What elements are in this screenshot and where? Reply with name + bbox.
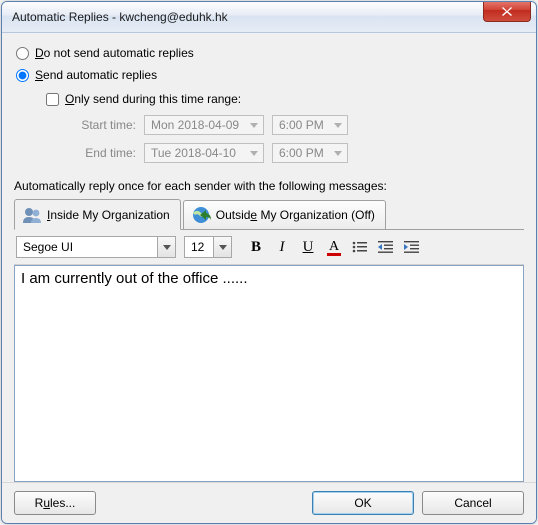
- font-size-combo[interactable]: 12: [184, 236, 232, 258]
- chevron-down-icon: [246, 117, 261, 133]
- only-range-row: Only send during this time range:: [46, 89, 524, 109]
- end-time-combo[interactable]: 6:00 PM: [272, 143, 348, 163]
- chevron-down-icon: [213, 237, 231, 257]
- only-range-label: Only send during this time range:: [65, 92, 241, 106]
- outdent-icon: [378, 240, 394, 254]
- end-date-combo[interactable]: Tue 2018-04-10: [144, 143, 264, 163]
- chevron-down-icon: [330, 117, 345, 133]
- radio-do-not-send[interactable]: [16, 47, 29, 60]
- decrease-indent-button[interactable]: [374, 235, 398, 259]
- message-editor[interactable]: I am currently out of the office ......: [14, 265, 524, 482]
- tab-outside-organization[interactable]: Outside My Organization (Off): [183, 200, 386, 229]
- end-time-row: End time: Tue 2018-04-10 6:00 PM: [66, 141, 524, 165]
- color-bar: [327, 253, 341, 256]
- start-date-combo[interactable]: Mon 2018-04-09: [144, 115, 264, 135]
- font-size-value: 12: [191, 240, 204, 254]
- start-date-value: Mon 2018-04-09: [151, 118, 239, 132]
- radio-send[interactable]: [16, 69, 29, 82]
- radio-send-label: Send automatic replies: [35, 68, 157, 82]
- automatic-replies-dialog: Automatic Replies - kwcheng@eduhk.hk Do …: [1, 1, 537, 524]
- tab-strip: Inside My Organization Outside My Organi…: [14, 199, 524, 230]
- section-label: Automatically reply once for each sender…: [14, 179, 524, 193]
- start-time-value: 6:00 PM: [279, 118, 324, 132]
- titlebar: Automatic Replies - kwcheng@eduhk.hk: [2, 2, 536, 33]
- italic-button[interactable]: I: [270, 235, 294, 259]
- close-button[interactable]: [483, 1, 531, 22]
- radio-do-not-send-row: Do not send automatic replies: [14, 43, 524, 63]
- start-time-label: Start time:: [66, 118, 136, 132]
- globe-reply-icon: [190, 204, 212, 226]
- end-date-value: Tue 2018-04-10: [151, 146, 236, 160]
- window-title: Automatic Replies - kwcheng@eduhk.hk: [12, 10, 228, 24]
- font-name-combo[interactable]: Segoe UI: [16, 236, 176, 258]
- increase-indent-button[interactable]: [400, 235, 424, 259]
- tab-outside-label: Outside My Organization (Off): [216, 208, 375, 222]
- tab-inside-label: Inside My Organization: [47, 208, 170, 222]
- dialog-footer: Rules... OK Cancel: [2, 482, 536, 523]
- only-range-checkbox[interactable]: [46, 93, 59, 106]
- start-time-combo[interactable]: 6:00 PM: [272, 115, 348, 135]
- chevron-down-icon: [330, 145, 345, 161]
- start-time-row: Start time: Mon 2018-04-09 6:00 PM: [66, 113, 524, 137]
- font-name-value: Segoe UI: [23, 240, 73, 254]
- radio-do-not-send-label: Do not send automatic replies: [35, 46, 194, 60]
- end-time-label: End time:: [66, 146, 136, 160]
- bullet-list-button[interactable]: [348, 235, 372, 259]
- cancel-button[interactable]: Cancel: [422, 491, 524, 515]
- rules-button[interactable]: Rules...: [14, 491, 96, 515]
- underline-button[interactable]: U: [296, 235, 320, 259]
- dialog-body: Do not send automatic replies Send autom…: [2, 33, 536, 482]
- people-icon: [21, 204, 43, 226]
- tab-inside-organization[interactable]: Inside My Organization: [14, 199, 181, 230]
- bold-button[interactable]: B: [244, 235, 268, 259]
- close-icon: [501, 6, 513, 17]
- end-time-value: 6:00 PM: [279, 146, 324, 160]
- bullet-list-icon: [352, 240, 368, 254]
- ok-button[interactable]: OK: [312, 491, 414, 515]
- indent-icon: [404, 240, 420, 254]
- font-color-button[interactable]: A: [322, 235, 346, 259]
- chevron-down-icon: [246, 145, 261, 161]
- radio-send-row: Send automatic replies: [14, 65, 524, 85]
- chevron-down-icon: [157, 237, 175, 257]
- format-toolbar: Segoe UI 12 B I U A: [14, 230, 524, 265]
